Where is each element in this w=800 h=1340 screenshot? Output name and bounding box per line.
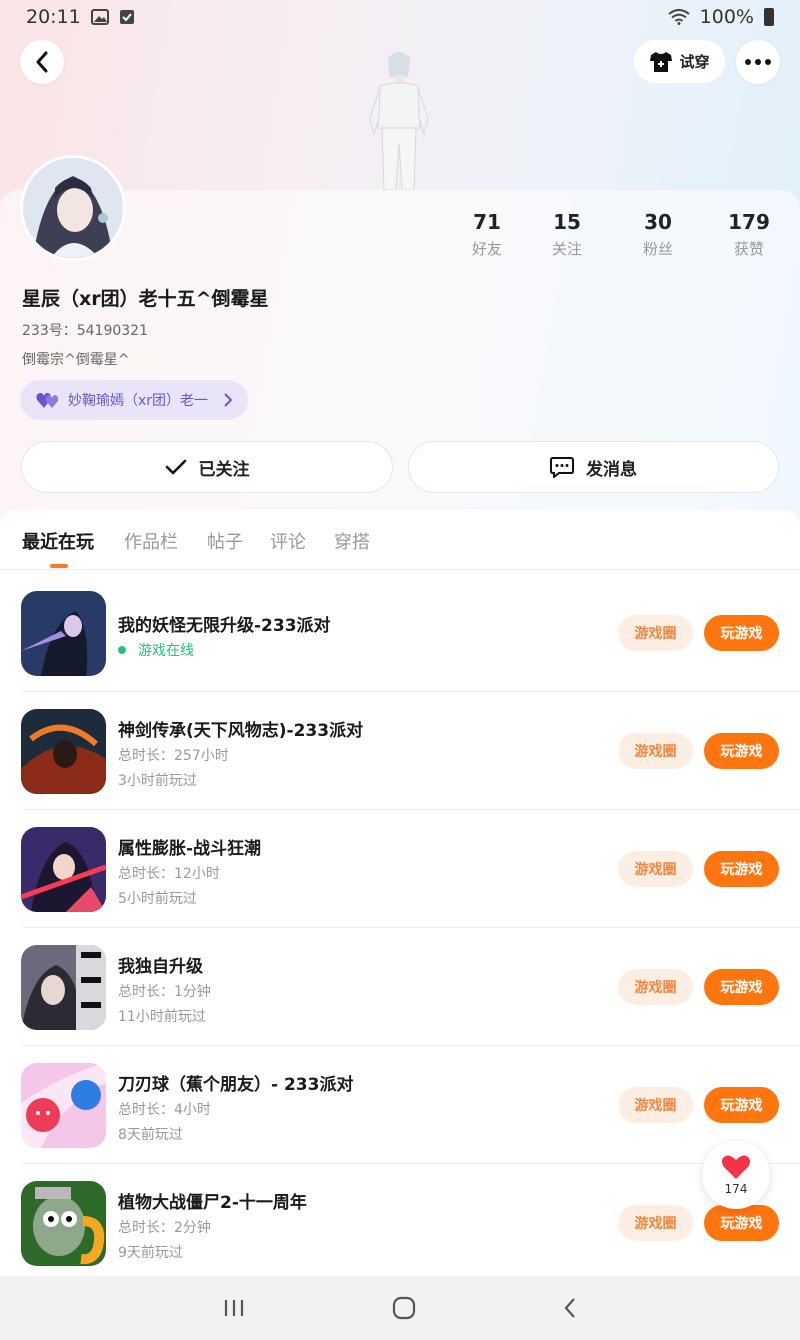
user-bio: 倒霉宗^倒霉星^ <box>22 352 130 368</box>
profile-tabs: 最近在玩 作品栏 帖子 评论 穿搭 <box>0 510 800 570</box>
message-button[interactable]: 发消息 <box>408 441 779 493</box>
more-options-button[interactable] <box>736 40 780 84</box>
family-tag[interactable]: 妙鞠瑜嫣（xr团）老一 <box>20 380 248 420</box>
stat-following-count: 15 <box>553 210 581 234</box>
play-game-button[interactable]: 玩游戏 <box>704 1205 779 1241</box>
stat-likes-count: 179 <box>728 210 770 234</box>
tab-active-indicator <box>50 564 68 568</box>
profile-stats: 71 好友 15 关注 30 粉丝 179 获赞 <box>0 210 800 260</box>
play-game-button[interactable]: 玩游戏 <box>704 851 779 887</box>
play-game-button[interactable]: 玩游戏 <box>704 615 779 651</box>
user-id-label: 233号： <box>22 323 77 339</box>
game-duration: 总时长：12小时 <box>118 866 220 882</box>
image-notification-icon <box>90 9 109 25</box>
play-game-button[interactable]: 玩游戏 <box>704 969 779 1005</box>
game-duration: 总时长：1分钟 <box>118 984 211 1000</box>
game-circle-button[interactable]: 游戏圈 <box>618 615 693 651</box>
follow-label: 已关注 <box>198 459 250 480</box>
play-game-button[interactable]: 玩游戏 <box>704 733 779 769</box>
game-last-played: 3小时前玩过 <box>118 773 197 789</box>
battery-icon <box>764 8 774 26</box>
stat-following-label: 关注 <box>551 240 582 258</box>
game-circle-button[interactable]: 游戏圈 <box>618 1205 693 1241</box>
home-icon[interactable] <box>392 1296 416 1320</box>
system-back-icon[interactable] <box>563 1297 577 1319</box>
stat-friends[interactable]: 71 好友 <box>447 210 527 259</box>
game-title: 我的妖怪无限升级-233派对 <box>118 616 331 636</box>
system-navigation-bar <box>0 1276 800 1340</box>
tab-posts[interactable]: 帖子 <box>207 528 243 554</box>
wifi-icon <box>668 9 690 25</box>
try-on-label: 试穿 <box>679 53 710 71</box>
game-last-played: 8天前玩过 <box>118 1127 183 1143</box>
user-id-value: 54190321 <box>76 323 148 339</box>
game-duration: 总时长：2分钟 <box>118 1220 211 1236</box>
game-duration: 总时长：257小时 <box>118 748 229 764</box>
user-name: 星辰（xr团）老十五^倒霉星 <box>22 288 269 310</box>
like-floating-button[interactable]: 174 <box>702 1141 770 1209</box>
stat-followers-label: 粉丝 <box>642 240 673 258</box>
tab-outfits[interactable]: 穿搭 <box>334 528 370 554</box>
play-game-button[interactable]: 玩游戏 <box>704 1087 779 1123</box>
stat-friends-count: 71 <box>473 210 501 234</box>
avatar-3d-figure[interactable] <box>362 48 436 190</box>
battery-level: 100% <box>699 6 754 28</box>
game-icon[interactable] <box>21 827 106 912</box>
stat-followers-count: 30 <box>644 210 672 234</box>
game-title: 我独自升级 <box>118 957 203 977</box>
chevron-right-icon <box>224 393 232 407</box>
heart-icon <box>722 1155 750 1179</box>
more-dots-icon <box>745 59 771 65</box>
stat-followers[interactable]: 30 粉丝 <box>618 210 698 259</box>
game-icon[interactable] <box>21 709 106 794</box>
game-last-played: 5小时前玩过 <box>118 891 197 907</box>
stat-likes-label: 获赞 <box>733 240 764 258</box>
follow-button[interactable]: 已关注 <box>21 441 393 493</box>
back-button[interactable] <box>20 40 64 84</box>
like-count: 174 <box>724 1182 748 1196</box>
status-time: 20:11 <box>26 6 81 28</box>
game-title: 神剑传承(天下风物志)-233派对 <box>118 721 364 741</box>
user-id: 233号：54190321 <box>22 320 148 340</box>
game-online-status: 游戏在线 <box>118 640 194 660</box>
game-circle-button[interactable]: 游戏圈 <box>618 1087 693 1123</box>
tab-recently-played[interactable]: 最近在玩 <box>22 528 94 554</box>
game-icon[interactable] <box>21 1063 106 1148</box>
online-dot-icon <box>118 646 126 654</box>
game-online-label: 游戏在线 <box>138 643 194 659</box>
tab-comments[interactable]: 评论 <box>270 528 306 554</box>
game-title: 属性膨胀-战斗狂潮 <box>118 839 262 859</box>
game-icon[interactable] <box>21 1181 106 1266</box>
chevron-left-icon <box>36 51 48 73</box>
check-notification-icon <box>119 10 134 24</box>
stat-friends-label: 好友 <box>471 240 502 258</box>
try-on-button[interactable]: 试穿 <box>634 40 725 83</box>
status-bar: 20:11 100% <box>0 0 800 34</box>
family-tag-label: 妙鞠瑜嫣（xr团）老一 <box>68 393 209 409</box>
double-heart-icon <box>36 392 59 408</box>
game-circle-button[interactable]: 游戏圈 <box>618 733 693 769</box>
stat-likes[interactable]: 179 获赞 <box>709 210 789 259</box>
message-label: 发消息 <box>586 459 637 480</box>
chat-bubble-icon <box>550 457 574 478</box>
game-circle-button[interactable]: 游戏圈 <box>618 851 693 887</box>
game-title: 刀刃球（蕉个朋友）- 233派对 <box>118 1075 354 1095</box>
check-icon <box>165 459 186 475</box>
game-title: 植物大战僵尸2-十一周年 <box>118 1193 307 1213</box>
game-last-played: 11小时前玩过 <box>118 1009 206 1025</box>
game-duration: 总时长：4小时 <box>118 1102 211 1118</box>
game-circle-button[interactable]: 游戏圈 <box>618 969 693 1005</box>
recent-apps-icon[interactable] <box>223 1298 245 1318</box>
game-icon[interactable] <box>21 945 106 1030</box>
game-icon[interactable] <box>21 591 106 676</box>
stat-following[interactable]: 15 关注 <box>527 210 607 259</box>
shirt-icon <box>650 51 673 72</box>
game-last-played: 9天前玩过 <box>118 1245 183 1261</box>
tab-works[interactable]: 作品栏 <box>124 528 178 554</box>
